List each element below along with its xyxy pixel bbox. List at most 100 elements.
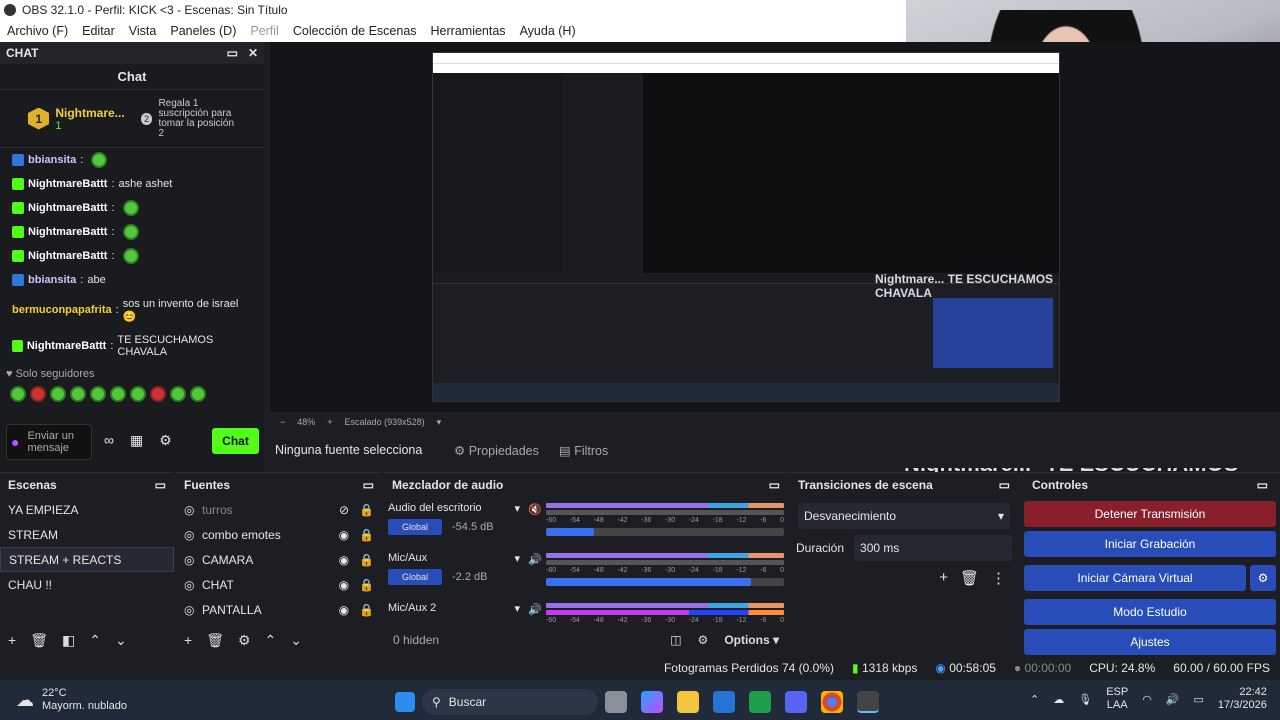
- gear-icon[interactable]: ⚙: [159, 432, 172, 449]
- settings-button[interactable]: Ajustes: [1024, 629, 1276, 655]
- chat-username[interactable]: bbiansita: [28, 154, 76, 166]
- stop-stream-button[interactable]: Detener Transmisión: [1024, 501, 1276, 527]
- float-icon[interactable]: ▭: [155, 478, 166, 492]
- source-item[interactable]: ◎ turros ⊘ 🔒: [176, 497, 382, 522]
- channel-tag[interactable]: Global: [388, 519, 443, 535]
- chat-username[interactable]: NightmareBattt: [28, 226, 107, 238]
- eye-icon[interactable]: ◉: [339, 603, 349, 617]
- chat-username[interactable]: NightmareBattt: [28, 178, 107, 190]
- gear-icon[interactable]: ⚙: [1250, 565, 1276, 591]
- emote-icon[interactable]: [70, 386, 86, 402]
- add-icon[interactable]: +: [939, 569, 948, 587]
- source-item[interactable]: ◎ PANTALLA ◉ 🔒: [176, 597, 382, 622]
- menu-ayuda[interactable]: Ayuda (H): [513, 24, 583, 38]
- source-item[interactable]: ◎ combo emotes ◉ 🔒: [176, 522, 382, 547]
- task-view-icon[interactable]: [605, 691, 627, 713]
- emote-icon[interactable]: [90, 386, 106, 402]
- options-button[interactable]: Options ▾: [724, 633, 779, 647]
- chevron-down-icon[interactable]: ▾: [514, 602, 520, 615]
- float-icon[interactable]: ▭: [363, 478, 374, 492]
- file-explorer-icon[interactable]: [677, 691, 699, 713]
- emote-icon[interactable]: [30, 386, 46, 402]
- lock-icon[interactable]: 🔒: [359, 553, 374, 567]
- zoom-in-icon[interactable]: +: [327, 417, 332, 427]
- menu-vista[interactable]: Vista: [122, 24, 164, 38]
- add-icon[interactable]: +: [8, 632, 16, 648]
- eye-icon[interactable]: ⊘: [339, 503, 349, 517]
- up-icon[interactable]: ⌃: [265, 632, 277, 649]
- down-icon[interactable]: ⌄: [115, 632, 127, 649]
- discord-icon[interactable]: [785, 691, 807, 713]
- volume-slider[interactable]: [546, 528, 784, 536]
- volume-icon[interactable]: 🔊: [1166, 693, 1180, 706]
- chat-username[interactable]: bermuconpapafrita: [12, 304, 112, 316]
- emote-icon[interactable]: [150, 386, 166, 402]
- duration-input[interactable]: 300 ms: [854, 535, 1012, 561]
- menu-paneles[interactable]: Paneles (D): [163, 24, 243, 38]
- speaker-icon[interactable]: 🔊: [528, 597, 546, 627]
- eye-icon[interactable]: ◉: [339, 553, 349, 567]
- float-icon[interactable]: ▭: [769, 478, 780, 492]
- speaker-icon[interactable]: 🔇: [528, 497, 546, 547]
- windows-start-icon[interactable]: [395, 692, 415, 712]
- menu-archivo[interactable]: Archivo (F): [0, 24, 75, 38]
- zoom-out-icon[interactable]: −: [280, 417, 285, 427]
- emote-icon[interactable]: [110, 386, 126, 402]
- infinity-icon[interactable]: ∞: [104, 432, 114, 449]
- up-icon[interactable]: ⌃: [89, 632, 101, 649]
- emote-icon[interactable]: [130, 386, 146, 402]
- chat-username[interactable]: NightmareBattt: [28, 250, 107, 262]
- properties-button[interactable]: ⚙ Propiedades: [454, 443, 539, 458]
- lock-icon[interactable]: 🔒: [359, 528, 374, 542]
- excel-icon[interactable]: [749, 691, 771, 713]
- cloud-icon[interactable]: ☁: [1053, 693, 1064, 706]
- mic-icon[interactable]: ●: [11, 434, 19, 450]
- trash-icon[interactable]: 🗑: [960, 569, 979, 587]
- menu-perfil[interactable]: Perfil: [243, 24, 285, 38]
- taskbar-search[interactable]: ⚲ Buscar: [422, 689, 598, 715]
- filter-icon[interactable]: ◧: [62, 632, 75, 649]
- eye-icon[interactable]: ◉: [339, 528, 349, 542]
- chat-username[interactable]: bbiansita: [28, 274, 76, 286]
- lock-icon[interactable]: 🔒: [359, 578, 374, 592]
- scene-item[interactable]: CHAU !!: [0, 572, 174, 597]
- chat-input[interactable]: ● Enviar un mensaje: [6, 424, 92, 460]
- trash-icon[interactable]: 🗑: [206, 632, 224, 649]
- add-icon[interactable]: +: [184, 632, 192, 648]
- source-item[interactable]: ◎ CAMARA ◉ 🔒: [176, 547, 382, 572]
- eye-icon[interactable]: ◉: [339, 578, 349, 592]
- trash-icon[interactable]: 🗑: [30, 632, 48, 649]
- store-icon[interactable]: [713, 691, 735, 713]
- weather-icon[interactable]: ☁: [16, 690, 34, 711]
- float-icon[interactable]: ▭: [1257, 478, 1268, 492]
- gear-icon[interactable]: ⚙: [238, 632, 251, 649]
- chat-send-button[interactable]: Chat: [212, 428, 259, 454]
- filters-button[interactable]: ▤ Filtros: [559, 443, 608, 458]
- layout-icon[interactable]: ◫: [670, 633, 681, 647]
- close-icon[interactable]: ✕: [248, 46, 258, 60]
- chrome-icon[interactable]: [821, 691, 843, 713]
- scene-item[interactable]: YA EMPIEZA: [0, 497, 174, 522]
- start-virtual-cam-button[interactable]: Iniciar Cámara Virtual: [1024, 565, 1246, 591]
- chevron-down-icon[interactable]: ▾: [514, 552, 520, 565]
- battery-icon[interactable]: ▭: [1194, 693, 1204, 706]
- lock-icon[interactable]: 🔒: [359, 603, 374, 617]
- menu-editar[interactable]: Editar: [75, 24, 122, 38]
- volume-slider[interactable]: [546, 578, 784, 586]
- advanced-icon[interactable]: ⚙: [698, 633, 709, 647]
- speaker-icon[interactable]: 🔊: [528, 547, 546, 597]
- chat-username[interactable]: NightmareBattt: [27, 340, 106, 352]
- clock[interactable]: 22:42 17/3/2026: [1218, 686, 1267, 712]
- chat-username[interactable]: NightmareBattt: [28, 202, 107, 214]
- menu-coleccion[interactable]: Colección de Escenas: [286, 24, 424, 38]
- wifi-icon[interactable]: ◠: [1142, 693, 1152, 706]
- store-icon[interactable]: ▦: [130, 432, 143, 449]
- scene-item[interactable]: STREAM + REACTS: [0, 547, 174, 572]
- float-icon[interactable]: ▭: [999, 478, 1010, 492]
- float-icon[interactable]: ▭: [227, 46, 238, 60]
- scene-item[interactable]: STREAM: [0, 522, 174, 547]
- weather-widget[interactable]: 22°C Mayorm. nublado: [42, 687, 127, 713]
- emote-icon[interactable]: [190, 386, 206, 402]
- transition-select[interactable]: Desvanecimiento ▾: [798, 503, 1010, 529]
- language-indicator[interactable]: ESP LAA: [1106, 686, 1128, 712]
